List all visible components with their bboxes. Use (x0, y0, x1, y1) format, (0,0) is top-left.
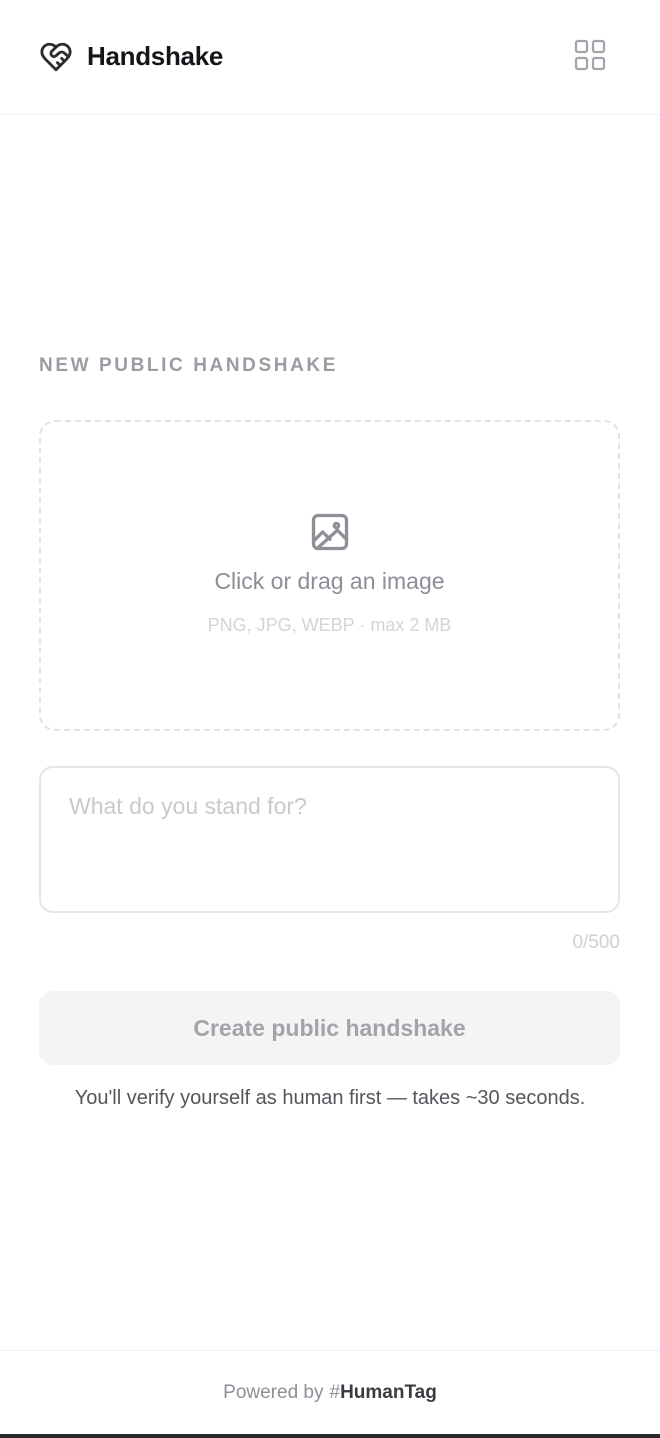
dropzone-title: Click or drag an image (214, 568, 445, 594)
section-title: NEW PUBLIC HANDSHAKE (39, 355, 338, 376)
dropzone-hint: PNG, JPG, WEBP · max 2 MB (207, 615, 452, 635)
brand-home-link[interactable]: Handshake (39, 40, 223, 74)
image-icon (308, 510, 352, 554)
image-dropzone[interactable]: Click or drag an image PNG, JPG, WEBP · … (39, 420, 620, 731)
brand-name: Handshake (87, 41, 224, 71)
create-handshake-button[interactable]: Create public handshake (39, 991, 620, 1065)
statement-field-wrap (39, 766, 620, 913)
apps-menu-button[interactable] (570, 37, 610, 77)
grid-icon (574, 39, 606, 76)
character-count: 0/500 (572, 932, 620, 953)
statement-textarea[interactable] (39, 766, 620, 913)
footer: Powered by # HumanTag (0, 1350, 660, 1434)
window-bottom-edge (0, 1434, 660, 1438)
app-header: Handshake (0, 0, 660, 115)
page: Handshake NEW PUBLIC HANDSHAKE Click or … (0, 0, 660, 1438)
footer-prefix: Powered by (223, 1381, 324, 1403)
humantag-link[interactable]: HumanTag (340, 1382, 437, 1404)
heart-handshake-icon (39, 40, 73, 74)
verify-note: You'll verify yourself as human first — … (74, 1087, 586, 1109)
footer-hash: # (329, 1381, 341, 1403)
